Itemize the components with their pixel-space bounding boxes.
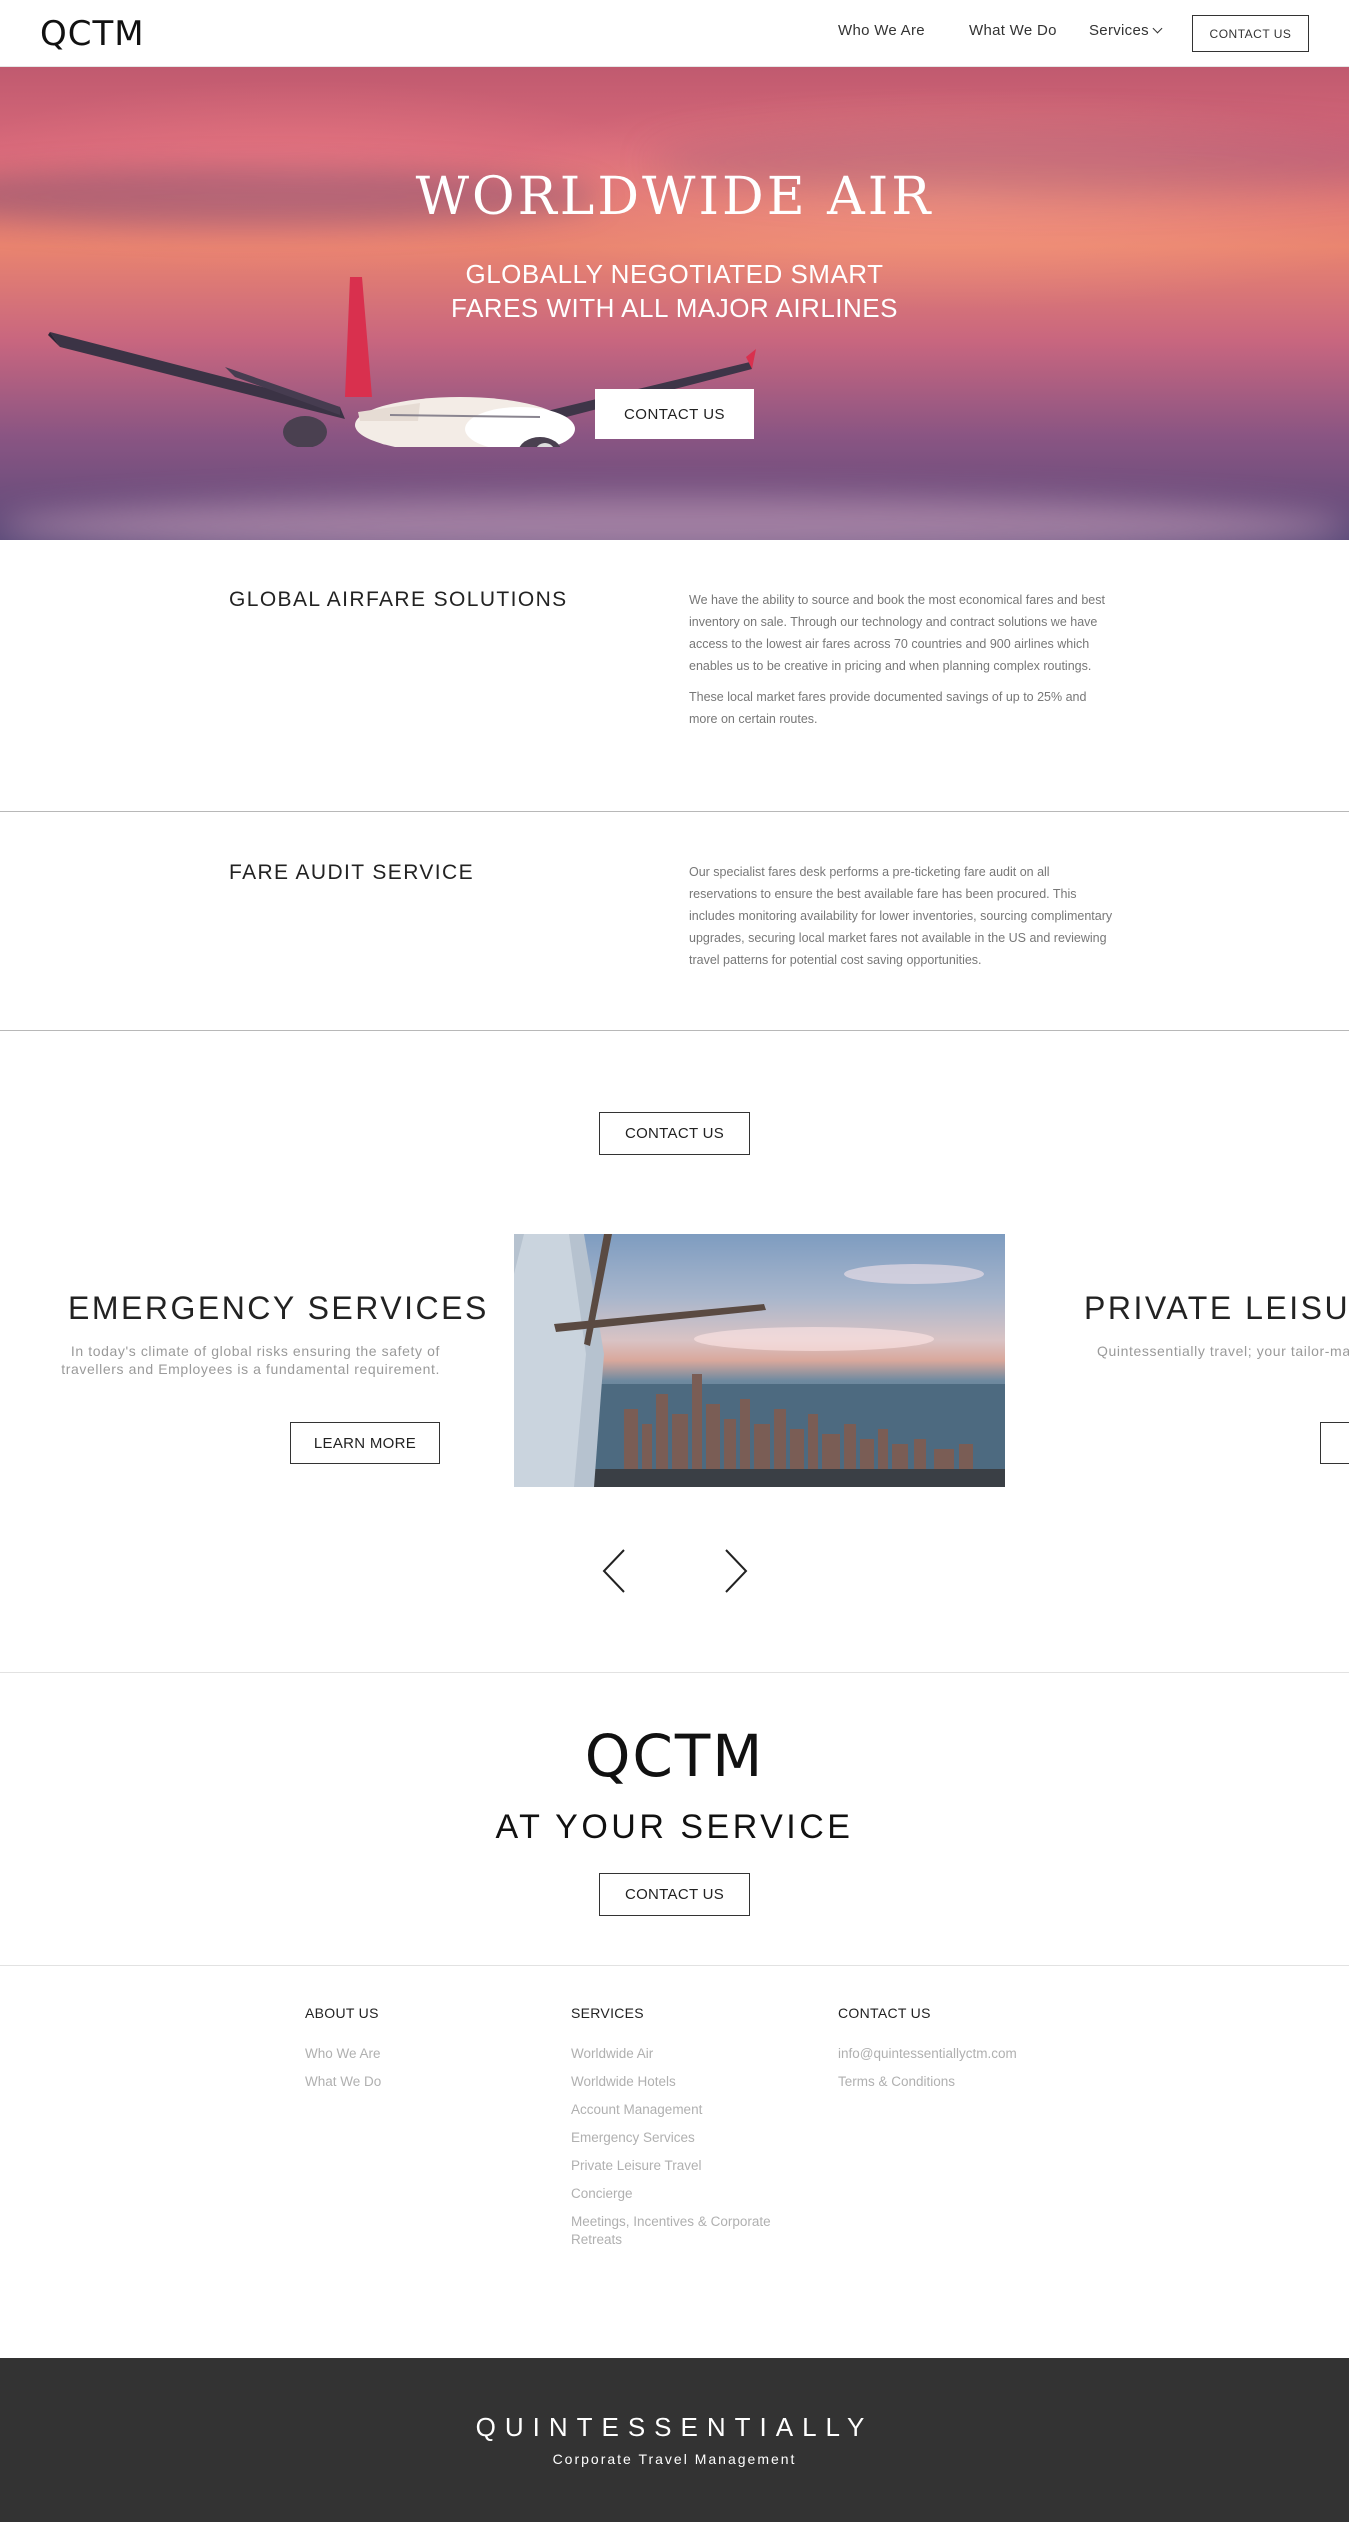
footer-services-column: SERVICES Worldwide Air Worldwide Hotels …	[571, 2005, 801, 2259]
section-title: GLOBAL AIRFARE SOLUTIONS	[229, 588, 568, 611]
prev-arrow-icon[interactable]	[597, 1546, 631, 1596]
section-text: We have the ability to source and book t…	[689, 589, 1114, 739]
helicopter-city-image	[514, 1234, 1005, 1487]
footer-heading: SERVICES	[571, 2005, 644, 2021]
hero-contact-button[interactable]: CONTACT US	[595, 389, 754, 439]
footer-link-emergency-services[interactable]: Emergency Services	[571, 2129, 801, 2147]
footer-link-line: Retreats	[571, 2232, 623, 2247]
footer-link-terms[interactable]: Terms & Conditions	[838, 2073, 1017, 2091]
global-airfare-section: GLOBAL AIRFARE SOLUTIONS We have the abi…	[0, 540, 1349, 811]
divider	[0, 1030, 1349, 1031]
bottom-brand-sub: Corporate Travel Management	[552, 2451, 797, 2467]
brand-logo: QCTM	[584, 1722, 765, 1790]
footer-link-account-management[interactable]: Account Management	[571, 2101, 801, 2119]
footer-heading: ABOUT US	[305, 2005, 379, 2021]
footer-heading: CONTACT US	[838, 2005, 931, 2021]
footer-link-line: Meetings, Incentives & Corporate	[571, 2214, 771, 2229]
fare-audit-section: FARE AUDIT SERVICE Our specialist fares …	[0, 812, 1349, 1030]
hero-cloud	[0, 497, 1349, 540]
nav-services-label: Services	[1089, 22, 1149, 39]
footer-link-email[interactable]: info@quintessentiallyctm.com	[838, 2045, 1017, 2063]
slide-title-emergency: EMERGENCY SERVICES	[68, 1290, 489, 1326]
next-arrow-icon[interactable]	[719, 1546, 753, 1596]
divider	[0, 1965, 1349, 1966]
footer-contact-column: CONTACT US info@quintessentiallyctm.com …	[838, 2005, 1017, 2101]
nav-what-we-do[interactable]: What We Do	[969, 22, 1057, 39]
footer-link-worldwide-air[interactable]: Worldwide Air	[571, 2045, 801, 2063]
section-paragraph: We have the ability to source and book t…	[689, 593, 1105, 673]
nav-services[interactable]: Services	[1089, 22, 1163, 39]
footer-link-meetings[interactable]: Meetings, Incentives & Corporate Retreat…	[571, 2213, 801, 2249]
learn-more-button-partial[interactable]	[1320, 1422, 1349, 1464]
mid-contact-button[interactable]: CONTACT US	[599, 1112, 750, 1155]
brand-tagline: AT YOUR SERVICE	[495, 1808, 854, 1846]
hero-subtitle: GLOBALLY NEGOTIATED SMART FARES WITH ALL…	[0, 257, 1349, 325]
site-header: QCTM Who We Are What We Do Services CONT…	[0, 0, 1349, 67]
bottom-brand: QUINTESSENTIALLY	[475, 2412, 874, 2442]
footer-link-private-leisure-travel[interactable]: Private Leisure Travel	[571, 2157, 801, 2175]
footer-link-concierge[interactable]: Concierge	[571, 2185, 801, 2203]
slide-text-private-leisure: Quintessentially travel; your tailor-ma	[1097, 1343, 1349, 1359]
footer-about-column: ABOUT US Who We Are What We Do	[305, 2005, 381, 2101]
footer-link-worldwide-hotels[interactable]: Worldwide Hotels	[571, 2073, 801, 2091]
nav-who-we-are[interactable]: Who We Are	[838, 22, 925, 39]
footer-link-who-we-are[interactable]: Who We Are	[305, 2045, 381, 2063]
section-paragraph: Our specialist fares desk performs a pre…	[689, 865, 1113, 967]
hero-subtitle-line: GLOBALLY NEGOTIATED SMART	[465, 259, 884, 289]
slide-text-line: travellers and Employees is a fundamenta…	[61, 1361, 440, 1377]
footer-link-what-we-do[interactable]: What We Do	[305, 2073, 381, 2091]
hero-banner: WORLDWIDE AIR GLOBALLY NEGOTIATED SMART …	[0, 67, 1349, 540]
section-title: FARE AUDIT SERVICE	[229, 861, 474, 884]
section-text: Our specialist fares desk performs a pre…	[689, 861, 1114, 980]
slide-text-emergency: In today's climate of global risks ensur…	[40, 1342, 440, 1378]
bottom-bar: QUINTESSENTIALLY Corporate Travel Manage…	[0, 2358, 1349, 2522]
qctm-logo[interactable]: QCTM	[40, 14, 145, 54]
slide-title-private-leisure: PRIVATE LEISURE	[1084, 1290, 1349, 1326]
chevron-down-icon	[1152, 23, 1163, 34]
divider	[0, 1672, 1349, 1673]
brand-contact-button[interactable]: CONTACT US	[599, 1873, 750, 1916]
header-contact-button[interactable]: CONTACT US	[1192, 15, 1309, 52]
slide-text-line: In today's climate of global risks ensur…	[70, 1343, 440, 1359]
section-paragraph: These local market fares provide documen…	[689, 690, 1087, 726]
learn-more-button[interactable]: LEARN MORE	[290, 1422, 440, 1464]
hero-title: WORLDWIDE AIR	[415, 167, 934, 227]
hero-subtitle-line: FARES WITH ALL MAJOR AIRLINES	[451, 293, 898, 323]
